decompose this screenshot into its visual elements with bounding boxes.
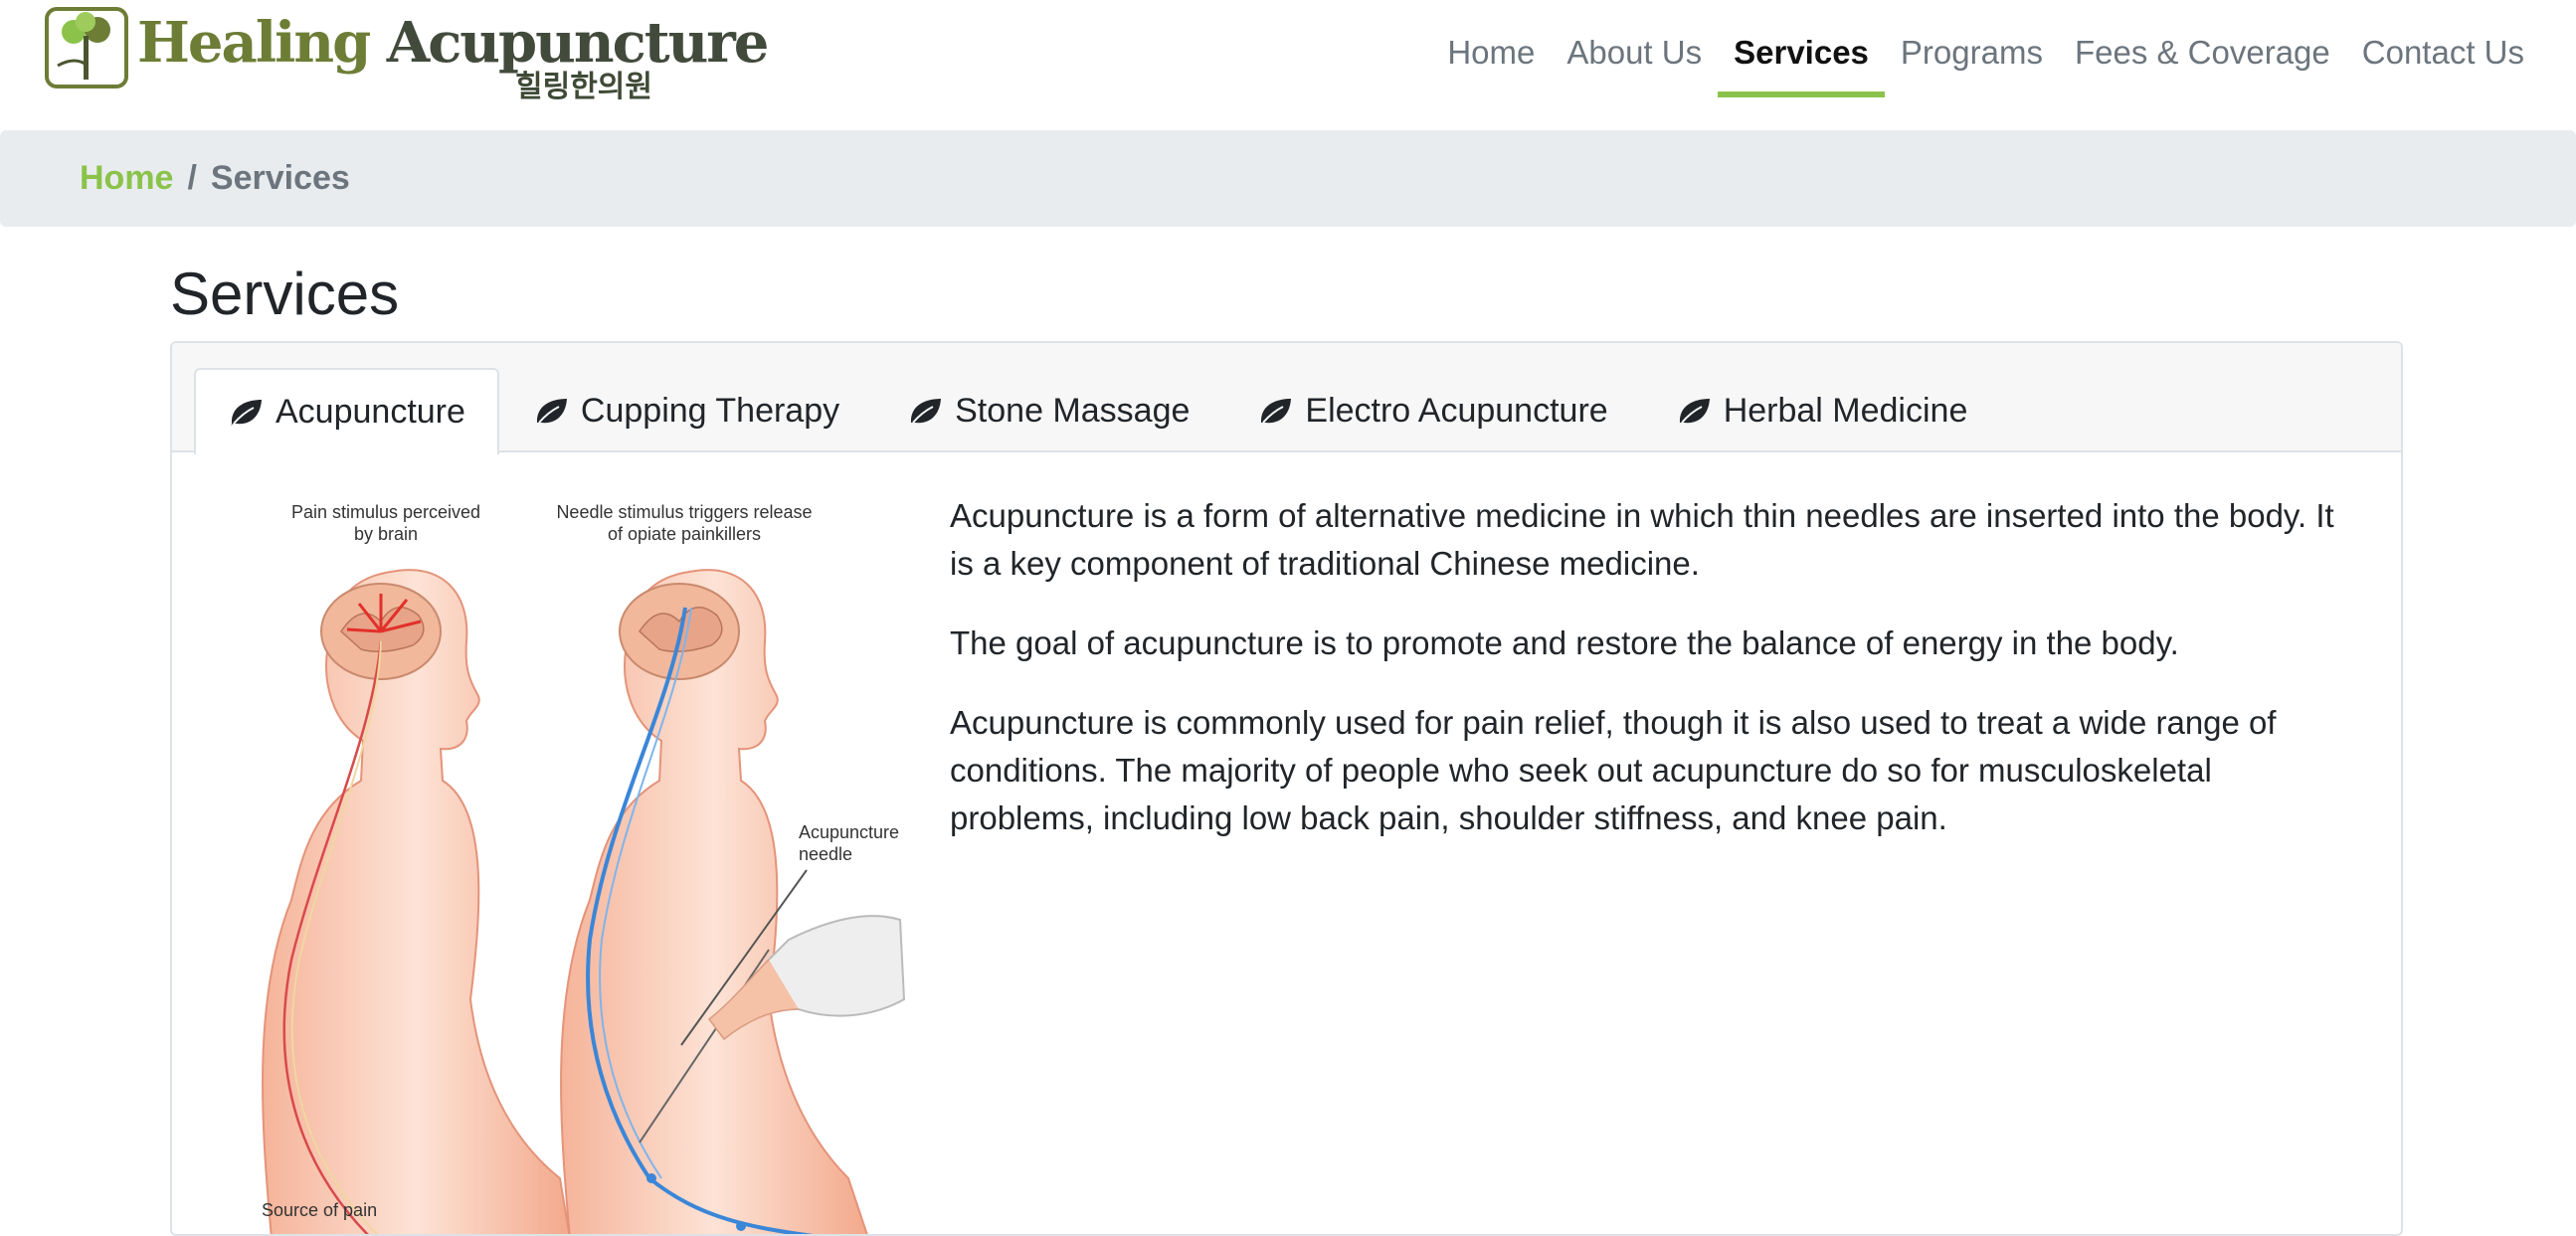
- breadcrumb: Home / Services: [0, 130, 2576, 227]
- label-acupuncture-needle: Acupuncture: [799, 822, 899, 842]
- label-acupuncture-needle-2: needle: [799, 844, 852, 864]
- content-paragraph: Acupuncture is a form of alternative med…: [950, 497, 2334, 582]
- leaf-icon: [911, 398, 942, 424]
- label-needle-stimulus-2: of opiate painkillers: [608, 524, 761, 544]
- breadcrumb-separator: /: [187, 159, 197, 197]
- acupuncture-illustration: Pain stimulus perceived by brain Needle …: [262, 502, 906, 1234]
- label-pain-stimulus: Pain stimulus perceived: [291, 502, 480, 522]
- right-figure: Acupuncture needle: [560, 569, 906, 1234]
- breadcrumb-home-link[interactable]: Home: [80, 159, 173, 197]
- leaf-icon: [231, 399, 262, 426]
- leaf-icon: [1261, 398, 1292, 424]
- logo-wordmark: Healing Acupuncture: [137, 10, 769, 76]
- leaf-icon: [536, 398, 567, 424]
- tab-stone-massage[interactable]: Stone Massage: [873, 368, 1223, 452]
- tab-label: Cupping Therapy: [580, 392, 840, 430]
- tab-electro-acupuncture[interactable]: Electro Acupuncture: [1223, 368, 1641, 452]
- site-header: Healing Acupuncture 힐링한의원 Home About Us …: [0, 0, 2576, 129]
- tab-acupuncture[interactable]: Acupuncture: [194, 368, 499, 454]
- page-title: Services: [170, 261, 400, 327]
- breadcrumb-current: Services: [210, 159, 350, 197]
- nav-programs[interactable]: Programs: [1885, 28, 2059, 97]
- site-logo[interactable]: Healing Acupuncture 힐링한의원: [44, 6, 769, 105]
- label-pain-stimulus-2: by brain: [354, 524, 418, 544]
- tab-cupping-therapy[interactable]: Cupping Therapy: [499, 368, 873, 452]
- tab-label: Stone Massage: [955, 392, 1191, 430]
- nav-home[interactable]: Home: [1431, 28, 1551, 97]
- tab-label: Herbal Medicine: [1723, 392, 1968, 430]
- leaf-icon: [1679, 398, 1710, 424]
- content-paragraph: The goal of acupuncture is to promote an…: [950, 624, 2179, 661]
- left-figure: Source of pain: [262, 569, 571, 1234]
- tab-herbal-medicine[interactable]: Herbal Medicine: [1642, 368, 2002, 452]
- tree-logo-icon: [45, 7, 128, 88]
- logo-korean-name: 힐링한의원: [515, 70, 652, 104]
- tab-bar: Acupuncture Cupping Therapy Stone Massag…: [172, 343, 2401, 454]
- nav-fees-coverage[interactable]: Fees & Coverage: [2059, 28, 2346, 97]
- nav-services[interactable]: Services: [1718, 28, 1885, 97]
- content-paragraph: Acupuncture is commonly used for pain re…: [950, 704, 2277, 836]
- label-needle-stimulus: Needle stimulus triggers release: [556, 502, 812, 522]
- label-source-of-pain: Source of pain: [262, 1200, 377, 1220]
- services-card: Acupuncture Cupping Therapy Stone Massag…: [170, 341, 2403, 1236]
- main-nav: Home About Us Services Programs Fees & C…: [1431, 28, 2540, 99]
- nav-about-us[interactable]: About Us: [1551, 28, 1718, 97]
- tab-label: Acupuncture: [276, 393, 465, 431]
- tab-content-acupuncture: Acupuncture is a form of alternative med…: [950, 492, 2342, 874]
- tab-label: Electro Acupuncture: [1305, 392, 1608, 430]
- nav-contact-us[interactable]: Contact Us: [2346, 28, 2540, 97]
